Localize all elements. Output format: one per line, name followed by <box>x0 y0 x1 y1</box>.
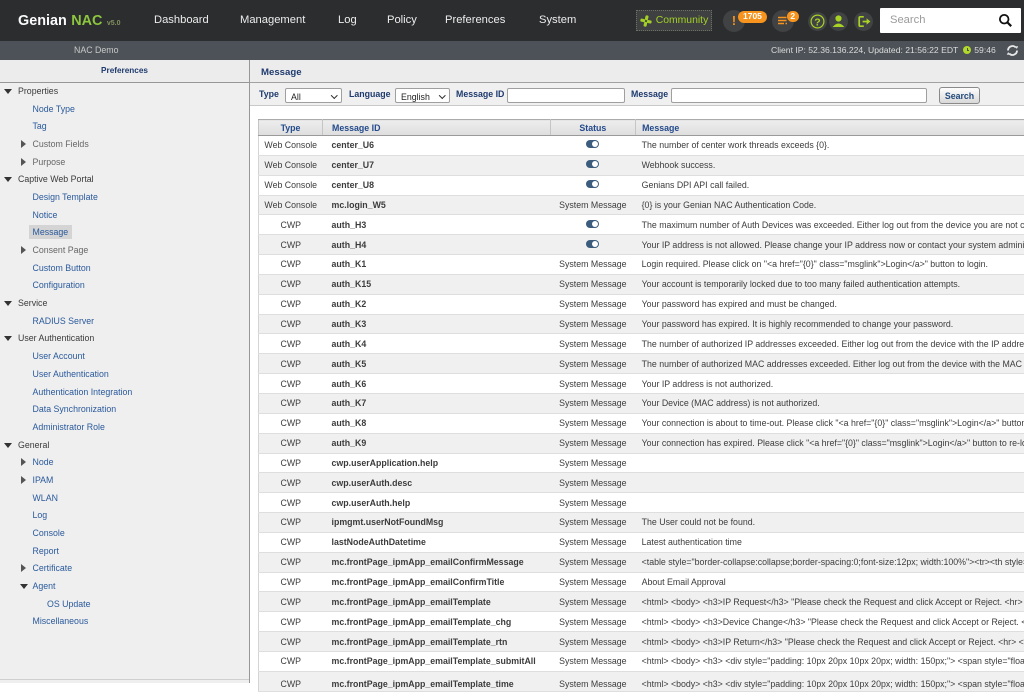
svg-text:?: ? <box>814 16 820 28</box>
